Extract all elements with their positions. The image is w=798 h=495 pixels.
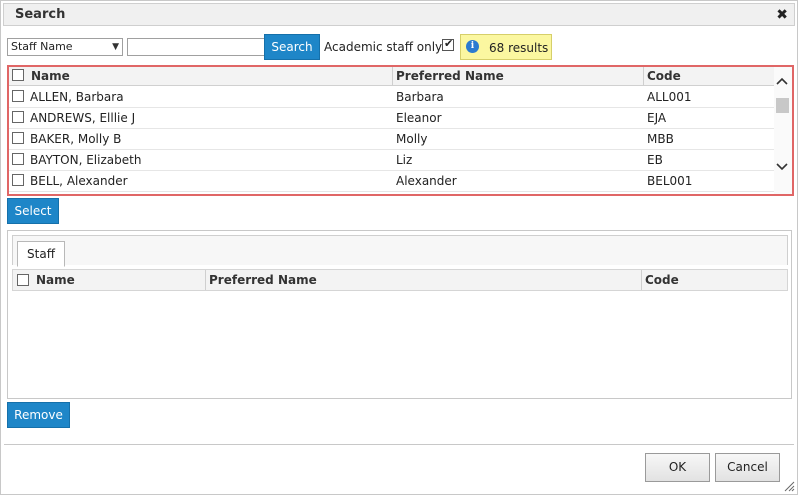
table-row[interactable]: ANDREWS, Elllie J Eleanor EJA [9, 108, 774, 129]
row-preferred-name: Molly [396, 132, 428, 146]
row-name: BAKER, Molly B [30, 132, 122, 146]
search-button[interactable]: Search [264, 34, 320, 60]
cancel-button[interactable]: Cancel [715, 453, 780, 482]
table-row[interactable]: BAKER, Molly B Molly MBB [9, 129, 774, 150]
select-all-checkbox[interactable] [17, 274, 29, 286]
column-header-code[interactable]: Code [644, 67, 774, 86]
search-field-value: Staff Name [11, 40, 73, 53]
search-field-select[interactable]: Staff Name ▼ [7, 38, 123, 56]
dialog-title: Search [15, 7, 66, 22]
row-name: BELL, Alexander [30, 174, 128, 188]
column-header-name[interactable]: Name [28, 67, 393, 86]
row-name: BAYTON, Elizabeth [30, 153, 142, 167]
results-grid: Name Preferred Name Code ALLEN, Barbara … [7, 65, 794, 196]
row-preferred-name: Barbara [396, 90, 444, 104]
row-code: BEL001 [647, 174, 693, 188]
select-button[interactable]: Select [7, 198, 59, 224]
scrollbar-thumb[interactable] [776, 98, 789, 113]
row-preferred-name: Alexander [396, 174, 457, 188]
chevron-down-icon: ▼ [112, 42, 119, 52]
tab-staff[interactable]: Staff [17, 241, 65, 267]
staff-panel: Staff Name Preferred Name Code [7, 230, 792, 399]
search-dialog: Search ✖ Staff Name ▼ Search Academic st… [0, 0, 798, 495]
footer-divider [4, 444, 794, 445]
row-name: ALLEN, Barbara [30, 90, 124, 104]
dialog-titlebar[interactable]: Search ✖ [3, 3, 795, 26]
remove-button[interactable]: Remove [7, 402, 70, 428]
row-preferred-name: Liz [396, 153, 413, 167]
row-code: ALL001 [647, 90, 692, 104]
row-name: ANDREWS, Elllie J [30, 111, 136, 125]
row-checkbox[interactable] [12, 90, 24, 102]
table-row[interactable]: ALLEN, Barbara Barbara ALL001 [9, 87, 774, 108]
results-grid-header: Name Preferred Name Code [9, 67, 774, 86]
table-row[interactable]: BELL, Alexander Alexander BEL001 [9, 171, 774, 192]
column-header-name[interactable]: Name [33, 270, 206, 290]
chevron-down-icon[interactable] [776, 163, 788, 171]
row-preferred-name: Eleanor [396, 111, 442, 125]
academic-staff-checkbox[interactable]: ✔ [442, 37, 454, 51]
column-header-preferred-name[interactable]: Preferred Name [206, 270, 642, 290]
staff-grid-header: Name Preferred Name Code [12, 269, 788, 291]
table-row[interactable]: BAYTON, Elizabeth Liz EB [9, 150, 774, 171]
results-count-text: 68 results [489, 41, 549, 55]
resize-grip-icon[interactable] [784, 481, 795, 492]
row-code: EJA [647, 111, 667, 125]
checkmark-icon: ✔ [444, 37, 454, 50]
search-input[interactable] [127, 38, 265, 56]
close-icon[interactable]: ✖ [776, 7, 788, 23]
row-checkbox[interactable] [12, 111, 24, 123]
info-icon: i [466, 40, 479, 53]
column-header-code[interactable]: Code [642, 270, 787, 290]
row-code: MBB [647, 132, 674, 146]
tabstrip: Staff [12, 235, 788, 267]
row-checkbox[interactable] [12, 153, 24, 165]
results-scrollbar[interactable] [774, 67, 792, 194]
chevron-up-icon[interactable] [776, 77, 788, 85]
row-checkbox[interactable] [12, 132, 24, 144]
row-checkbox[interactable] [12, 174, 24, 186]
row-code: EB [647, 153, 663, 167]
column-header-preferred-name[interactable]: Preferred Name [393, 67, 644, 86]
results-count-badge: i 68 results [460, 34, 552, 60]
ok-button[interactable]: OK [645, 453, 710, 482]
academic-staff-label: Academic staff only? [324, 40, 449, 54]
select-all-checkbox[interactable] [12, 69, 24, 81]
